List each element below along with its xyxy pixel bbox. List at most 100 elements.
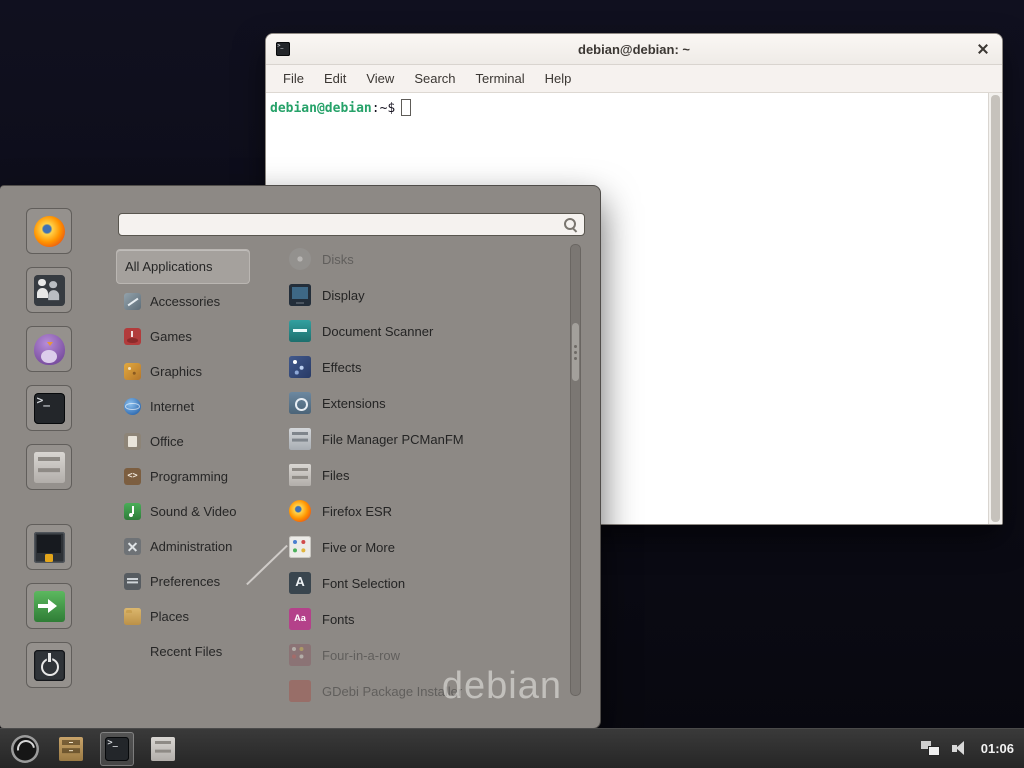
window-title: debian@debian: ~	[578, 42, 690, 57]
app-display[interactable]: Display	[285, 277, 567, 313]
category-internet[interactable]: Internet	[116, 389, 250, 424]
app-label: Four-in-a-row	[322, 648, 400, 663]
app-label: Disks	[322, 252, 354, 267]
firefox-favorite[interactable]	[26, 208, 72, 254]
category-programming[interactable]: Programming	[116, 459, 250, 494]
application-menu: All Applications Accessories Games Graphics…	[0, 185, 601, 729]
font-selection-icon	[289, 572, 311, 594]
app-label: Firefox ESR	[322, 504, 392, 519]
category-graphics[interactable]: Graphics	[116, 354, 250, 389]
category-games[interactable]: Games	[116, 319, 250, 354]
quit-button[interactable]	[26, 642, 72, 688]
category-label: Preferences	[150, 574, 220, 589]
category-office[interactable]: Office	[116, 424, 250, 459]
category-sound-video[interactable]: Sound & Video	[116, 494, 250, 529]
category-label: Graphics	[150, 364, 202, 379]
files-window-button[interactable]	[146, 732, 180, 766]
category-label: Programming	[150, 469, 228, 484]
cinnamon-menu-icon	[11, 735, 39, 763]
category-label: Internet	[150, 399, 194, 414]
fonts-icon	[289, 608, 311, 630]
terminal-scrollbar[interactable]	[988, 93, 1002, 524]
maximize-button[interactable]	[943, 42, 957, 56]
file-cabinet-icon	[34, 452, 65, 483]
menu-help[interactable]: Help	[536, 68, 581, 89]
app-label: Extensions	[322, 396, 386, 411]
pidgin-favorite[interactable]	[26, 326, 72, 372]
lock-screen-icon	[34, 532, 65, 563]
office-icon	[124, 433, 141, 450]
sound-video-icon	[124, 503, 141, 520]
programming-icon	[124, 468, 141, 485]
app-files[interactable]: Files	[285, 457, 567, 493]
category-preferences[interactable]: Preferences	[116, 564, 250, 599]
menu-view[interactable]: View	[357, 68, 403, 89]
internet-icon	[124, 398, 141, 415]
search-input[interactable]	[119, 217, 563, 232]
category-label: Sound & Video	[150, 504, 237, 519]
terminal-cursor	[401, 99, 411, 116]
clock: 01:06	[981, 741, 1014, 756]
lock-screen-button[interactable]	[26, 524, 72, 570]
purple-bird-icon	[34, 334, 65, 365]
users-favorite[interactable]	[26, 267, 72, 313]
effects-icon	[289, 356, 311, 378]
menu-button[interactable]	[8, 732, 42, 766]
file-manager-launcher[interactable]	[54, 732, 88, 766]
category-places[interactable]: Places	[116, 599, 250, 634]
app-five-or-more[interactable]: Five or More	[285, 529, 567, 565]
prompt-path: :~$	[372, 101, 395, 116]
menu-scrollbar-thumb[interactable]	[572, 323, 579, 381]
category-label: Places	[150, 609, 189, 624]
debian-watermark: debian	[442, 665, 562, 708]
category-all-applications[interactable]: All Applications	[116, 249, 250, 284]
games-icon	[124, 328, 141, 345]
network-icon[interactable]	[921, 741, 940, 756]
terminal-icon	[34, 393, 65, 424]
app-label: Display	[322, 288, 365, 303]
app-disks[interactable]: Disks	[285, 241, 567, 277]
terminal-window-button[interactable]	[100, 732, 134, 766]
app-font-selection[interactable]: Font Selection	[285, 565, 567, 601]
four-in-a-row-icon	[289, 644, 311, 666]
file-manager-favorite[interactable]	[26, 444, 72, 490]
category-label: Recent Files	[150, 644, 222, 659]
firefox-icon	[34, 216, 65, 247]
gdebi-icon	[289, 680, 311, 702]
prompt-user: debian@debian	[270, 101, 372, 116]
category-label: Accessories	[150, 294, 220, 309]
desktop: debian@debian: ~ FileEditViewSearchTermi…	[0, 0, 1024, 768]
menu-search[interactable]: Search	[405, 68, 464, 89]
firefox-icon	[289, 500, 311, 522]
extensions-icon	[289, 392, 311, 414]
terminal-scrollbar-thumb[interactable]	[991, 95, 1000, 522]
taskbar: 01:06	[0, 728, 1024, 768]
menu-edit[interactable]: Edit	[315, 68, 355, 89]
close-button[interactable]	[976, 42, 990, 56]
category-recent-files[interactable]: Recent Files	[116, 634, 250, 669]
app-document-scanner[interactable]: Document Scanner	[285, 313, 567, 349]
favorites-column	[10, 208, 88, 688]
category-accessories[interactable]: Accessories	[116, 284, 250, 319]
category-administration[interactable]: Administration	[116, 529, 250, 564]
minimize-button[interactable]	[910, 42, 924, 56]
terminal-titlebar[interactable]: debian@debian: ~	[266, 34, 1002, 65]
menu-terminal[interactable]: Terminal	[467, 68, 534, 89]
terminal-favorite[interactable]	[26, 385, 72, 431]
app-label: Files	[322, 468, 349, 483]
logout-button[interactable]	[26, 583, 72, 629]
app-extensions[interactable]: Extensions	[285, 385, 567, 421]
drawer-icon	[59, 737, 83, 761]
app-file-manager-pcmanfm[interactable]: File Manager PCManFM	[285, 421, 567, 457]
document-scanner-icon	[289, 320, 311, 342]
menu-file[interactable]: File	[274, 68, 313, 89]
power-icon	[34, 650, 65, 681]
volume-icon[interactable]	[952, 741, 969, 756]
menu-scrollbar[interactable]	[570, 244, 581, 696]
app-fonts[interactable]: Fonts	[285, 601, 567, 637]
taskbar-launchers	[0, 732, 180, 766]
app-label: Document Scanner	[322, 324, 433, 339]
app-effects[interactable]: Effects	[285, 349, 567, 385]
app-firefox-esr[interactable]: Firefox ESR	[285, 493, 567, 529]
app-label: Effects	[322, 360, 362, 375]
